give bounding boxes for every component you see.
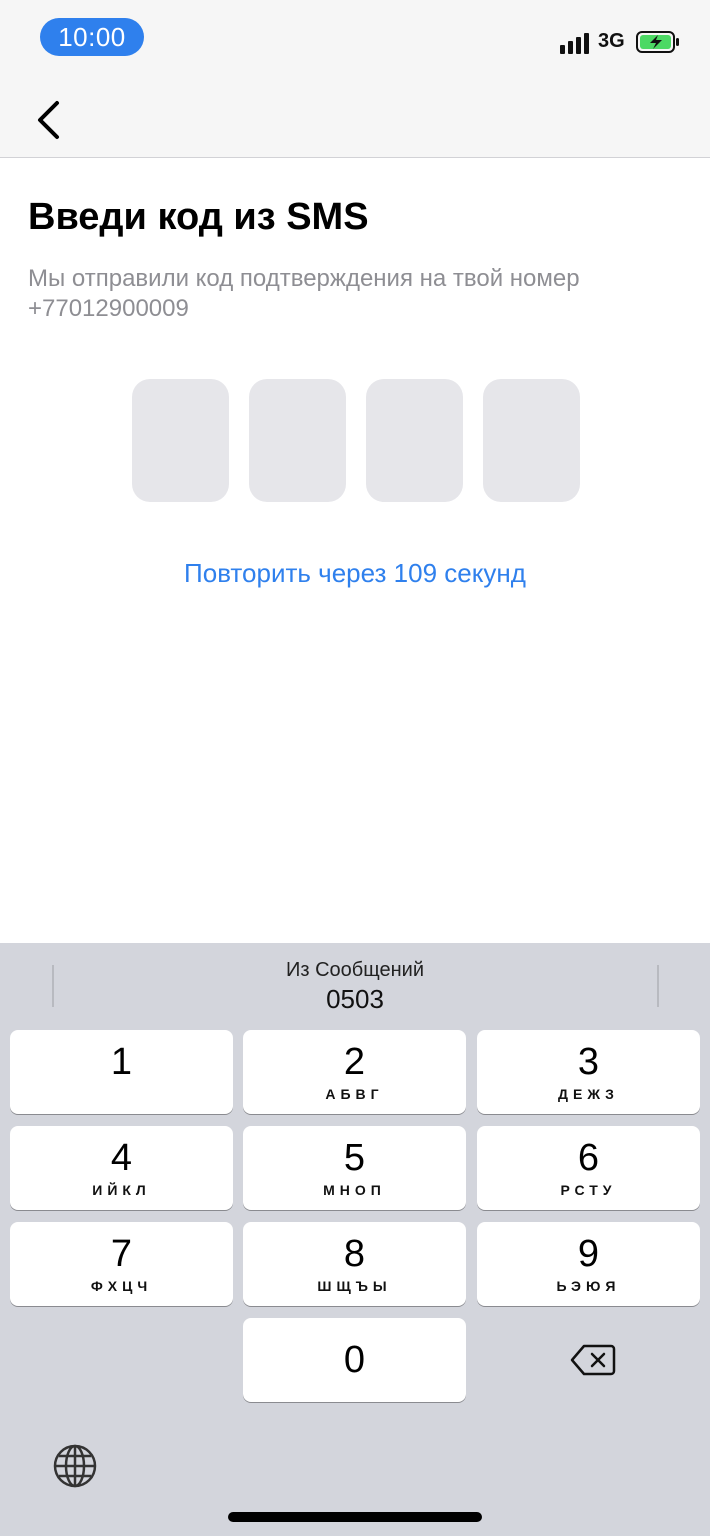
code-digit-box[interactable] [366, 379, 463, 502]
code-digit-box[interactable] [483, 379, 580, 502]
key-9[interactable]: 9 ЬЭЮЯ [477, 1222, 700, 1306]
key-letters: ЬЭЮЯ [556, 1278, 621, 1294]
key-digit: 2 [343, 1041, 366, 1083]
key-digit: 8 [343, 1233, 366, 1275]
subtitle: Мы отправили код подтверждения на твой н… [28, 264, 678, 324]
back-button[interactable] [28, 96, 68, 144]
resend-timer-link[interactable]: Повторить через 109 секунд [0, 558, 710, 589]
key-digit: 7 [110, 1233, 133, 1275]
key-4[interactable]: 4 ИЙКЛ [10, 1126, 233, 1210]
page-title: Введи код из SMS [28, 196, 369, 238]
phone-number: +77012900009 [28, 295, 189, 322]
key-3[interactable]: 3 ДЕЖЗ [477, 1030, 700, 1114]
key-digit: 9 [577, 1233, 600, 1275]
network-type: 3G [598, 30, 625, 52]
key-letters: ИЙКЛ [92, 1182, 151, 1198]
key-letters: ДЕЖЗ [558, 1086, 619, 1102]
key-1[interactable]: 1 [10, 1030, 233, 1114]
key-digit: 3 [577, 1041, 600, 1083]
key-letters: АБВГ [325, 1086, 384, 1102]
battery-charging-icon [636, 31, 679, 53]
key-digit: 5 [343, 1137, 366, 1179]
key-letters: ШЩЪЫ [317, 1278, 392, 1294]
code-digit-box[interactable] [249, 379, 346, 502]
key-5[interactable]: 5 МНОП [243, 1126, 466, 1210]
key-letters: ФХЦЧ [90, 1278, 153, 1294]
globe-icon[interactable] [52, 1443, 98, 1489]
key-digit: 4 [110, 1137, 133, 1179]
subtitle-text: Мы отправили код подтверждения на твой н… [28, 265, 580, 292]
backspace-icon[interactable] [570, 1343, 616, 1377]
key-2[interactable]: 2 АБВГ [243, 1030, 466, 1114]
chevron-left-icon [38, 101, 59, 139]
suggestion-code: 0503 [326, 984, 384, 1014]
key-digit: 1 [110, 1041, 133, 1083]
key-digit: 6 [577, 1137, 600, 1179]
key-7[interactable]: 7 ФХЦЧ [10, 1222, 233, 1306]
numeric-keyboard: Из Сообщений 0503 1 2 АБВГ 3 ДЕЖЗ 4 ИЙКЛ… [0, 943, 710, 1536]
key-letters: МНОП [323, 1182, 386, 1198]
key-6[interactable]: 6 РСТУ [477, 1126, 700, 1210]
suggestion-label: Из Сообщений [286, 959, 424, 981]
key-letters: РСТУ [560, 1182, 617, 1198]
top-bar: 10:00 3G [0, 0, 710, 158]
status-time: 10:00 [40, 18, 144, 56]
key-8[interactable]: 8 ШЩЪЫ [243, 1222, 466, 1306]
code-input-row[interactable] [132, 379, 580, 502]
key-0[interactable]: 0 [243, 1318, 466, 1402]
key-digit: 0 [343, 1339, 366, 1381]
home-indicator[interactable] [228, 1512, 482, 1522]
code-digit-box[interactable] [132, 379, 229, 502]
sms-code-suggestion[interactable]: Из Сообщений 0503 [0, 957, 710, 1015]
signal-icon [560, 32, 592, 54]
